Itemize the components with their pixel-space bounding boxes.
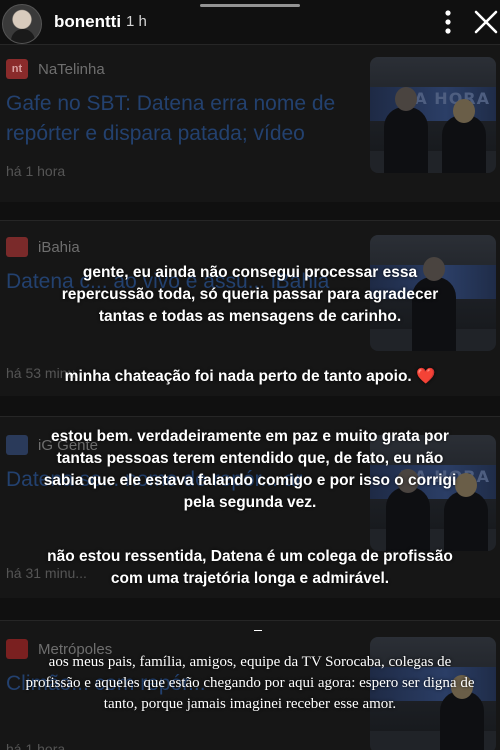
caption-paragraph: gente, eu ainda não consegui processar e… xyxy=(61,264,439,325)
caption-divider xyxy=(254,630,262,631)
caption-paragraph: não estou ressentida, Datena é um colega… xyxy=(47,548,453,587)
caption-paragraph: minha chateação foi nada perto de tanto … xyxy=(64,368,436,385)
caption-paragraph: estou bem. verdadeiramente em paz e muit… xyxy=(43,428,457,511)
story-caption: gente, eu ainda não consegui processar e… xyxy=(0,0,500,750)
caption-closing: aos meus pais, família, amigos, equipe d… xyxy=(25,654,475,712)
